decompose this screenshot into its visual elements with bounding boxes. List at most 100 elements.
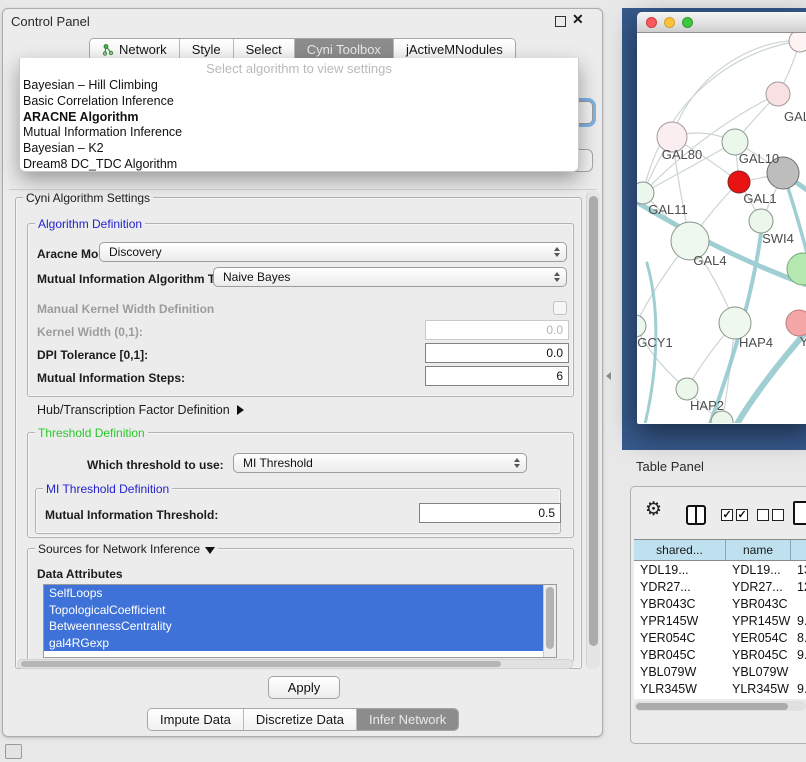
table-cell: YDR27... <box>634 580 726 594</box>
table-cell: YBR043C <box>726 597 791 611</box>
combo-value: Discovery <box>109 245 162 259</box>
dpi-tolerance-field[interactable]: 0.0 <box>425 343 569 363</box>
table-row[interactable]: YBR043CYBR043C <box>634 595 806 612</box>
dropdown-placeholder: Select algorithm to view settings <box>20 61 578 78</box>
dropdown-option[interactable]: Basic Correlation Inference <box>20 94 578 110</box>
kernel-width-field[interactable]: 0.0 <box>425 320 569 340</box>
mi-threshold-field[interactable]: 0.5 <box>419 503 561 523</box>
scrollbar-thumb[interactable] <box>546 587 554 649</box>
table-cell: 8. <box>791 631 806 645</box>
zoom-window-icon[interactable] <box>682 17 693 28</box>
node-table: shared...name YDL19...YDL19...13 YDR27...… <box>634 539 806 699</box>
table-cell: 9. <box>791 682 806 696</box>
network-node-label: GAL <box>784 109 806 124</box>
table-row[interactable]: YDR27...YDR27...12 <box>634 578 806 595</box>
hub-definition-toggle[interactable]: Hub/Transcription Factor Definition <box>37 403 244 417</box>
dropdown-option[interactable]: Bayesian – Hill Climbing <box>20 78 578 94</box>
dropdown-option[interactable]: ARACNE Algorithm <box>20 110 578 126</box>
table-cell: YER054C <box>726 631 791 645</box>
table-column-header[interactable] <box>791 540 806 560</box>
tab-cyni-toolbox[interactable]: Cyni Toolbox <box>295 39 394 60</box>
tab-jactivemnodules[interactable]: jActiveMNodules <box>394 39 515 60</box>
mi-steps-field[interactable]: 6 <box>425 366 569 386</box>
network-node-gal11[interactable] <box>637 182 654 204</box>
scrollbar-thumb[interactable] <box>21 661 501 667</box>
settings-vertical-scrollbar[interactable] <box>586 191 600 669</box>
settings-horizontal-scrollbar[interactable] <box>17 659 573 669</box>
minimized-panel-icon[interactable] <box>5 744 22 759</box>
combo-value: MI Threshold <box>243 456 313 470</box>
network-node-swi4[interactable] <box>749 209 773 233</box>
tab-network[interactable]: Network <box>90 39 180 60</box>
attribute-item-selected[interactable]: TopologicalCoefficient <box>44 602 544 619</box>
tab-label: Discretize Data <box>256 712 344 727</box>
manual-kernel-width-label: Manual Kernel Width Definition <box>37 302 214 316</box>
attribute-item-selected[interactable]: gal4RGexp <box>44 635 544 652</box>
split-view-icon[interactable] <box>686 505 706 525</box>
aracne-mode-combo[interactable]: Discovery <box>99 242 567 262</box>
dropdown-option[interactable]: Bayesian – K2 <box>20 141 578 157</box>
network-view-window[interactable]: GALGAL80GAL10GAL1GAL11SWI4GAL4GCY1HAP4YH… <box>637 12 806 424</box>
table-row[interactable]: YLR345WYLR345W9. <box>634 680 806 697</box>
gear-icon[interactable]: ⚙ <box>645 498 662 521</box>
float-panel-icon[interactable] <box>555 16 566 27</box>
dropdown-option[interactable]: Mutual Information Inference <box>20 125 578 141</box>
tab-style[interactable]: Style <box>180 39 234 60</box>
tab-select[interactable]: Select <box>234 39 295 60</box>
table-column-header[interactable]: name <box>726 540 791 560</box>
data-attributes-list[interactable]: SelfLoopsTopologicalCoefficientBetweenne… <box>43 584 557 658</box>
sources-group-title[interactable]: Sources for Network Inference <box>35 542 218 556</box>
dpi-tolerance-label: DPI Tolerance [0,1]: <box>37 348 148 362</box>
checked-columns-icon[interactable] <box>721 509 748 521</box>
network-node-label: GAL80 <box>662 147 702 162</box>
network-node[interactable] <box>789 33 806 52</box>
network-window-titlebar[interactable] <box>637 12 806 33</box>
unchecked-columns-icon[interactable] <box>757 509 784 521</box>
scrollbar-thumb[interactable] <box>636 703 788 710</box>
table-cell: YBL079W <box>726 665 791 679</box>
attribute-item-selected[interactable]: BetweennessCentrality <box>44 618 544 635</box>
which-threshold-combo[interactable]: MI Threshold <box>233 453 527 473</box>
mi-type-combo[interactable]: Naive Bayes <box>213 267 567 287</box>
scrollbar-thumb[interactable] <box>589 196 598 646</box>
attribute-item-selected[interactable]: SelfLoops <box>44 585 544 602</box>
network-node-y[interactable] <box>786 310 806 336</box>
table-row[interactable]: YDL19...YDL19...13 <box>634 561 806 578</box>
close-window-icon[interactable] <box>646 17 657 28</box>
data-attributes-label: Data Attributes <box>37 567 123 581</box>
table-column-header[interactable]: shared... <box>634 540 726 560</box>
list-vertical-scrollbar[interactable] <box>543 585 556 657</box>
dropdown-option[interactable]: Dream8 DC_TDC Algorithm <box>20 157 578 173</box>
document-icon[interactable] <box>793 501 806 525</box>
tab-label: Select <box>246 42 282 57</box>
table-cell: YBR045C <box>726 648 791 662</box>
network-node-gal[interactable] <box>766 82 790 106</box>
minimize-window-icon[interactable] <box>664 17 675 28</box>
network-node-hap2[interactable] <box>676 378 698 400</box>
tab-impute-data[interactable]: Impute Data <box>148 709 244 730</box>
table-horizontal-scrollbar[interactable] <box>634 701 806 711</box>
table-row[interactable]: YBL079WYBL079W <box>634 663 806 680</box>
mi-steps-label: Mutual Information Steps: <box>37 371 185 385</box>
control-panel-title: Control Panel <box>11 14 90 29</box>
close-panel-icon[interactable]: ✕ <box>572 11 584 28</box>
collapsed-arrow-icon <box>237 405 244 415</box>
network-node-gcy1[interactable] <box>637 315 646 337</box>
network-canvas[interactable]: GALGAL80GAL10GAL1GAL11SWI4GAL4GCY1HAP4YH… <box>637 33 806 423</box>
tab-discretize-data[interactable]: Discretize Data <box>244 709 357 730</box>
table-cell: YLR345W <box>634 682 726 696</box>
divider <box>9 189 597 190</box>
panel-splitter-handle[interactable] <box>606 372 611 380</box>
manual-kernel-width-checkbox[interactable] <box>553 301 567 315</box>
network-node-gal1[interactable] <box>728 171 750 193</box>
table-row[interactable]: YPR145WYPR145W9. <box>634 612 806 629</box>
apply-button[interactable]: Apply <box>268 676 340 699</box>
network-node-label: GAL10 <box>739 151 779 166</box>
table-row[interactable]: YER054CYER054C8. <box>634 629 806 646</box>
network-node-label: GAL11 <box>648 202 688 217</box>
table-row[interactable]: YIL052CYIL052C9 <box>634 697 806 699</box>
tab-infer-network[interactable]: Infer Network <box>357 709 458 730</box>
table-cell: 12 <box>791 580 806 594</box>
sources-title-label: Sources for Network Inference <box>38 542 200 556</box>
table-row[interactable]: YBR045CYBR045C9. <box>634 646 806 663</box>
